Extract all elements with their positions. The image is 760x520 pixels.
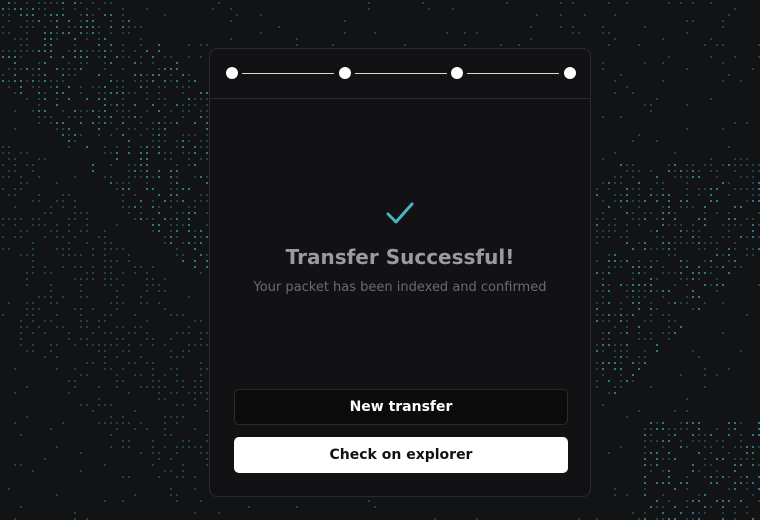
success-subtitle: Your packet has been indexed and confirm… <box>253 280 547 295</box>
transfer-card: Transfer Successful! Your packet has bee… <box>209 48 591 497</box>
progress-stepper <box>210 49 590 99</box>
checkmark-icon <box>386 202 414 224</box>
step-connector-3 <box>467 73 559 74</box>
step-connector-2 <box>355 73 447 74</box>
check-explorer-button[interactable]: Check on explorer <box>234 437 568 473</box>
step-1-dot <box>226 67 238 79</box>
step-connector-1 <box>242 73 334 74</box>
step-3-dot <box>451 67 463 79</box>
success-title: Transfer Successful! <box>285 245 515 269</box>
new-transfer-button[interactable]: New transfer <box>234 389 568 425</box>
step-4-dot <box>564 67 576 79</box>
step-2-dot <box>339 67 351 79</box>
